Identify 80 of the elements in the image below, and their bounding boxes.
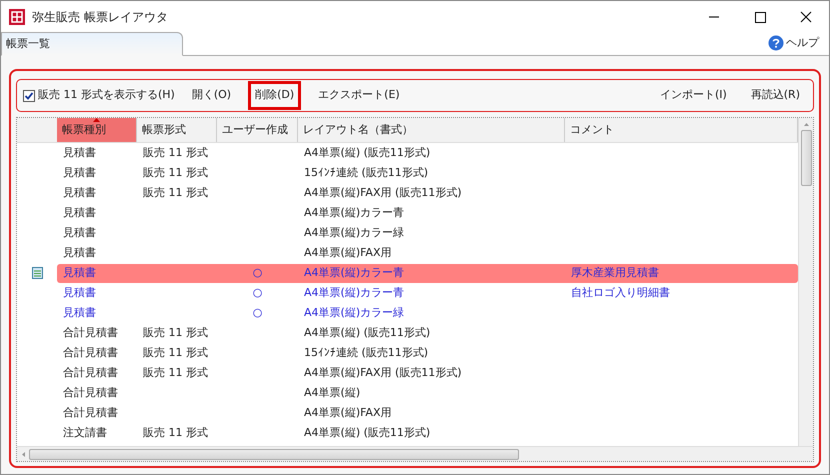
table-cell-text: ○ bbox=[252, 284, 262, 301]
help-button[interactable]: ヘルプ bbox=[768, 34, 819, 51]
column-header[interactable]: 帳票形式 bbox=[137, 118, 217, 142]
table-cell-text: 見積書 bbox=[63, 224, 96, 241]
column-header[interactable]: 帳票種別 bbox=[57, 118, 137, 142]
table-cell-text: A4単票(縦)カラー緑 bbox=[304, 224, 404, 241]
column-header[interactable]: ユーザー作成 bbox=[217, 118, 298, 142]
scroll-left-icon[interactable] bbox=[21, 450, 25, 458]
table-row[interactable]: 注文請書 販売 11 形式 A4単票(縦) (販売11形式) bbox=[57, 424, 798, 442]
table-cell-text: 見積書 bbox=[63, 184, 96, 201]
scroll-thumb[interactable] bbox=[29, 448, 519, 460]
table-cell-text: 見積書 bbox=[63, 304, 96, 321]
table-row[interactable]: 合計見積書 販売 11 形式 A4単票(縦) (販売11形式) bbox=[57, 324, 798, 342]
show-format-checkbox[interactable]: 販売 11 形式を表示する(H) bbox=[23, 87, 175, 104]
table-cell-text: 販売 11 形式 bbox=[143, 424, 208, 441]
table-row[interactable]: 見積書 ○ A4単票(縦)カラー青 自社ロゴ入り明細書 bbox=[57, 284, 798, 302]
table-cell-text: A4単票(縦) (販売11形式) bbox=[304, 144, 430, 161]
sort-arrow-icon bbox=[93, 118, 100, 122]
table-cell-text: A4単票(縦)カラー青 bbox=[304, 284, 404, 301]
table-cell-text: A4単票(縦)FAX用 (販売11形式) bbox=[304, 364, 462, 381]
table-cell-text: A4単票(縦)カラー青 bbox=[304, 264, 404, 281]
toolbar-button[interactable]: 再読込(R) bbox=[744, 81, 807, 110]
table-cell-text: A4単票(縦)カラー緑 bbox=[304, 304, 404, 321]
table-row[interactable]: 見積書 A4単票(縦)カラー青 bbox=[57, 204, 798, 222]
table-row[interactable]: 合計見積書 A4単票(縦)FAX用 bbox=[57, 404, 798, 422]
scroll-up-icon[interactable] bbox=[802, 122, 810, 126]
table-cell-text: 販売 11 形式 bbox=[143, 324, 208, 341]
table-row[interactable]: 合計見積書 販売 11 形式 A4単票(縦)FAX用 (販売11形式) bbox=[57, 364, 798, 382]
check-icon bbox=[24, 90, 34, 100]
table-row[interactable]: 合計見積書 販売 11 形式 15ｲﾝﾁ連続 (販売11形式) bbox=[57, 344, 798, 362]
table-cell-text: A4単票(縦) (販売11形式) bbox=[304, 324, 430, 341]
table-cell-text: 合計見積書 bbox=[63, 404, 118, 421]
table-cell-text: A4単票(縦) (販売11形式) bbox=[304, 424, 430, 441]
vertical-scrollbar[interactable] bbox=[798, 118, 813, 446]
table-cell-text: 見積書 bbox=[63, 164, 96, 181]
table-cell-text: 合計見積書 bbox=[63, 364, 118, 381]
table-cell-text: 見積書 bbox=[63, 144, 96, 161]
table-row[interactable]: 見積書 ○ A4単票(縦)カラー青 厚木産業用見積書 bbox=[57, 264, 798, 282]
table-cell-text: 15ｲﾝﾁ連続 (販売11形式) bbox=[304, 164, 428, 181]
table-cell-text: 合計見積書 bbox=[63, 344, 118, 361]
table-row[interactable]: 合計見積書 A4単票(縦) bbox=[57, 384, 798, 402]
toolbar-button[interactable]: 開く(O) bbox=[184, 81, 238, 110]
window-title: 弥生販売 帳票レイアウタ bbox=[32, 9, 168, 26]
table-cell-text: A4単票(縦)FAX用 bbox=[304, 404, 392, 421]
document-icon bbox=[32, 267, 42, 279]
toolbar-button[interactable]: エクスポート(E) bbox=[311, 81, 407, 110]
table-row[interactable]: 見積書 販売 11 形式 A4単票(縦) (販売11形式) bbox=[57, 144, 798, 162]
table-cell-text: 見積書 bbox=[63, 264, 96, 281]
scroll-thumb[interactable] bbox=[800, 130, 812, 186]
table-cell-text: 販売 11 形式 bbox=[143, 184, 208, 201]
table-cell-text: 15ｲﾝﾁ連続 (販売11形式) bbox=[304, 344, 428, 361]
table-cell-text: A4単票(縦) bbox=[304, 384, 360, 401]
table-cell-text: 合計見積書 bbox=[63, 324, 118, 341]
table-cell-text: 合計見積書 bbox=[63, 384, 118, 401]
table-cell-text: 販売 11 形式 bbox=[143, 344, 208, 361]
table-cell-text: A4単票(縦)カラー青 bbox=[304, 204, 404, 221]
table-row[interactable]: 見積書 販売 11 形式 A4単票(縦)FAX用 (販売11形式) bbox=[57, 184, 798, 202]
table-cell-text: 販売 11 形式 bbox=[143, 364, 208, 381]
table-cell-text: A4単票(縦)FAX用 (販売11形式) bbox=[304, 184, 462, 201]
table-cell-text: 自社ロゴ入り明細書 bbox=[571, 284, 670, 301]
horizontal-scrollbar[interactable] bbox=[17, 446, 813, 461]
table-row[interactable]: 見積書 A4単票(縦)FAX用 bbox=[57, 244, 798, 262]
column-header[interactable]: レイアウト名（書式） bbox=[298, 118, 565, 142]
table-cell-text: ○ bbox=[252, 264, 262, 281]
table-row[interactable]: 見積書 ○ A4単票(縦)カラー緑 bbox=[57, 304, 798, 322]
table-cell-text: 販売 11 形式 bbox=[143, 164, 208, 181]
tab[interactable]: 帳票一覧 bbox=[1, 32, 183, 56]
toolbar-button[interactable]: 削除(D) bbox=[248, 81, 302, 110]
app-logo-icon bbox=[9, 9, 25, 25]
table-cell-text: 販売 11 形式 bbox=[143, 144, 208, 161]
table-cell-text: 見積書 bbox=[63, 284, 96, 301]
table-cell-text: 見積書 bbox=[63, 244, 96, 261]
table-cell-text: 見積書 bbox=[63, 204, 96, 221]
table-cell-text: 注文請書 bbox=[63, 424, 107, 441]
toolbar-button[interactable]: インポート(I) bbox=[652, 81, 734, 110]
table-cell-text: ○ bbox=[252, 304, 262, 321]
table-cell-text: 厚木産業用見積書 bbox=[571, 264, 659, 281]
table-row[interactable]: 見積書 販売 11 形式 15ｲﾝﾁ連続 (販売11形式) bbox=[57, 164, 798, 182]
table-cell-text: A4単票(縦)FAX用 bbox=[304, 244, 392, 261]
table-row[interactable]: 見積書 A4単票(縦)カラー緑 bbox=[57, 224, 798, 242]
